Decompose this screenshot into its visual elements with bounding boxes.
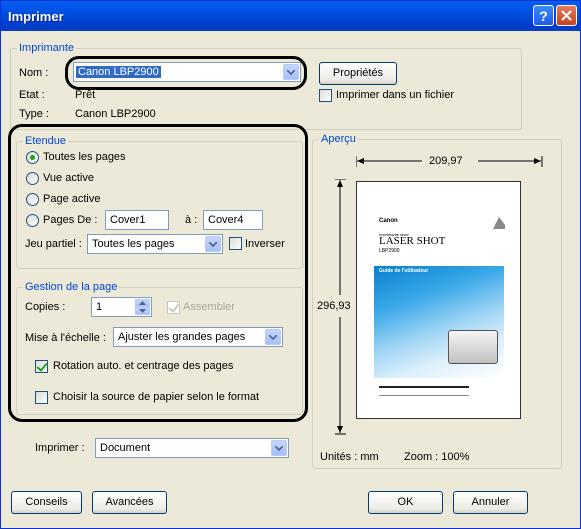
choose-source-label: Choisir la source de papier selon le for… [53,391,260,403]
spinner-down-icon[interactable] [135,307,150,315]
chevron-down-icon[interactable] [271,440,287,456]
auto-rotate-label: Rotation auto. et centrage des pages [53,360,234,372]
doc-title: LASER SHOT [379,235,446,247]
current-view-label: Vue active [43,172,94,184]
collate-label: Assembler [183,301,235,313]
current-page-label: Page active [43,193,101,205]
current-page-radio[interactable] [26,193,39,206]
print-to-file-checkbox[interactable] [319,89,332,102]
cancel-button[interactable]: Annuler [453,491,528,514]
doc-model: LBP2900 [379,248,400,254]
printer-state-label: Etat : [19,89,45,101]
reverse-label: Inverser [245,238,285,250]
help-button[interactable]: ? [533,5,554,26]
chevron-down-icon[interactable] [283,64,299,80]
print-what-label: Imprimer : [35,442,85,454]
scaling-label: Mise à l'échelle : [25,332,106,344]
pages-from-label: Pages De : [43,214,98,226]
page-handling-group-label: Gestion de la page [23,281,120,293]
pages-to-value: Cover4 [208,214,244,226]
copies-label: Copies : [25,301,66,313]
tips-button[interactable]: Conseils [11,491,82,514]
copies-value: 1 [96,301,103,313]
height-value: 296,93 [317,300,351,312]
printer-type-value: Canon LBP2900 [75,108,156,120]
printer-name-label: Nom : [19,67,49,79]
print-dialog: Imprimer ? Imprimante Nom : Canon LBP290… [0,0,581,529]
pages-radio[interactable] [26,214,39,227]
printer-name-dropdown[interactable]: Canon LBP2900 [73,62,301,82]
range-group-label: Etendue [23,135,68,147]
pages-from-value: Cover1 [110,214,146,226]
window-title: Imprimer [8,9,64,24]
help-icon: ? [539,7,548,24]
printer-logo-icon [493,217,505,229]
preview-group-label: Aperçu [319,133,358,145]
auto-rotate-checkbox[interactable] [35,360,48,373]
subset-dropdown[interactable]: Toutes les pages [87,234,223,254]
chevron-down-icon[interactable] [265,329,281,345]
printer-group-label: Imprimante [17,42,77,54]
pages-to-input[interactable]: Cover4 [203,210,263,230]
printer-name-value: Canon LBP2900 [76,66,161,78]
properties-button[interactable]: Propriétés [319,62,397,85]
doc-printer-image [448,330,498,364]
all-pages-label: Toutes les pages [43,151,126,163]
doc-banner: Guide de l'utilisateur [379,268,429,274]
printer-state-value: Prêt [75,89,96,101]
doc-cover-graphic: Guide de l'utilisateur [374,266,504,378]
close-icon [561,10,572,21]
doc-brand: Canon [379,218,398,224]
width-value: 209,97 [429,155,463,167]
printer-type-label: Type : [19,108,49,120]
reverse-checkbox[interactable] [229,237,242,250]
pages-to-label: à : [185,214,198,226]
ok-button[interactable]: OK [368,491,443,514]
copies-stepper[interactable]: 1 [91,297,152,317]
pages-from-input[interactable]: Cover1 [105,210,169,230]
title-bar[interactable]: Imprimer ? [1,1,580,31]
current-view-radio[interactable] [26,172,39,185]
scaling-value: Ajuster les grandes pages [118,331,246,343]
print-what-dropdown[interactable]: Document [95,438,289,458]
all-pages-radio[interactable] [26,151,39,164]
print-to-file-label: Imprimer dans un fichier [336,89,454,101]
chevron-down-icon[interactable] [205,236,221,252]
print-what-value: Document [100,442,151,454]
zoom-label: Zoom : 100% [404,451,470,463]
scaling-dropdown[interactable]: Ajuster les grandes pages [113,327,283,347]
close-button[interactable] [556,5,577,26]
advanced-button[interactable]: Avancées [92,491,167,514]
choose-source-checkbox[interactable] [35,391,48,404]
units-label: Unités : mm [320,451,379,463]
spinner[interactable] [135,299,150,315]
preview-page: Canon Imprimante laser LASER SHOT LBP290… [356,181,521,419]
spinner-up-icon[interactable] [135,299,150,307]
collate-checkbox[interactable] [167,301,180,314]
subset-label: Jeu partiel : [25,238,82,250]
doc-footer-text [379,386,469,396]
subset-value: Toutes les pages [92,238,175,250]
